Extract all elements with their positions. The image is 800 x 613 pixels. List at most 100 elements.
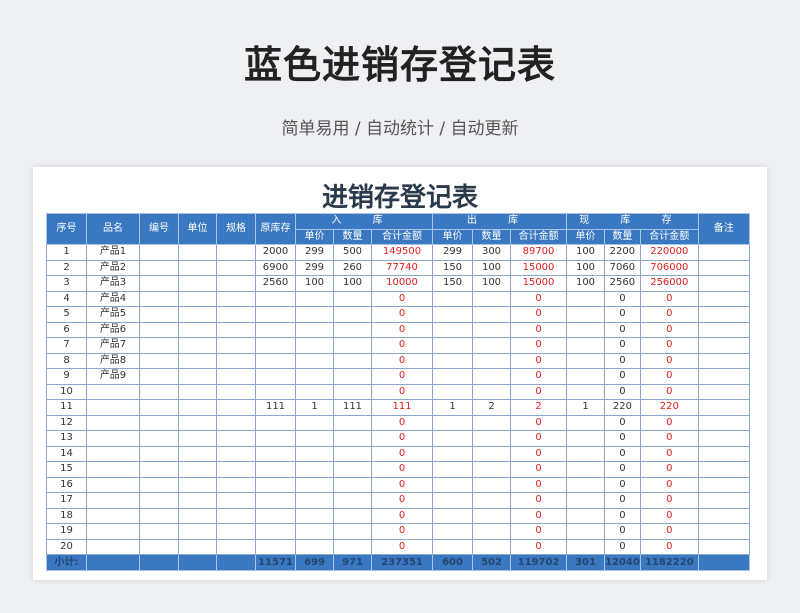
cell-orig-stock[interactable] [255, 507, 296, 524]
cell-out-qty[interactable] [472, 523, 511, 540]
cell-in-amount[interactable]: 111 [371, 399, 433, 416]
cell-out-price[interactable] [432, 290, 473, 307]
cell-in-price[interactable]: 100 [295, 275, 334, 292]
cell-in-amount[interactable]: 0 [371, 523, 433, 540]
cell-out-price[interactable] [432, 461, 473, 478]
cell-spec[interactable] [216, 352, 256, 369]
cell-orig-stock[interactable] [255, 414, 296, 431]
cell-orig-stock[interactable] [255, 430, 296, 447]
cell-in-price[interactable] [295, 538, 334, 555]
total-out-price[interactable]: 600 [432, 554, 473, 571]
cell-remark[interactable] [697, 306, 750, 323]
cell-in-qty[interactable] [333, 430, 372, 447]
cell-spec[interactable] [216, 414, 256, 431]
cell-in-price[interactable] [295, 337, 334, 354]
cell-seq[interactable]: 2 [46, 259, 87, 276]
total-in-qty[interactable]: 971 [333, 554, 372, 571]
cell-stock-amount[interactable]: 0 [639, 414, 699, 431]
cell-seq[interactable]: 6 [46, 321, 87, 338]
cell-stock-qty[interactable]: 0 [604, 414, 641, 431]
cell-remark[interactable] [697, 461, 750, 478]
cell-orig-stock[interactable] [255, 445, 296, 462]
cell-stock-price[interactable] [566, 492, 605, 509]
cell-spec[interactable] [216, 290, 256, 307]
cell-in-price[interactable]: 1 [295, 399, 334, 416]
cell-seq[interactable]: 8 [46, 352, 87, 369]
cell-stock-amount[interactable]: 0 [639, 321, 699, 338]
cell-out-qty[interactable] [472, 538, 511, 555]
cell-stock-qty[interactable]: 0 [604, 523, 641, 540]
cell-spec[interactable] [216, 244, 256, 261]
cell-in-qty[interactable] [333, 538, 372, 555]
total-out-amount[interactable]: 119702 [510, 554, 567, 571]
cell-in-amount[interactable]: 0 [371, 306, 433, 323]
cell-spec[interactable] [216, 399, 256, 416]
cell-code[interactable] [139, 275, 179, 292]
cell-stock-amount[interactable]: 0 [639, 337, 699, 354]
cell-code[interactable] [139, 492, 179, 509]
cell-seq[interactable]: 7 [46, 337, 87, 354]
cell-remark[interactable] [697, 259, 750, 276]
cell-spec[interactable] [216, 275, 256, 292]
cell-stock-qty[interactable]: 0 [604, 492, 641, 509]
cell-stock-price[interactable] [566, 337, 605, 354]
cell-out-amount[interactable]: 0 [510, 352, 567, 369]
cell-seq[interactable]: 20 [46, 538, 87, 555]
total-stock-qty[interactable]: 12040 [604, 554, 641, 571]
cell[interactable] [216, 554, 256, 571]
cell-seq[interactable]: 17 [46, 492, 87, 509]
cell-stock-qty[interactable]: 0 [604, 321, 641, 338]
cell-out-qty[interactable] [472, 430, 511, 447]
cell-remark[interactable] [697, 244, 750, 261]
cell-out-price[interactable] [432, 368, 473, 385]
cell-name[interactable] [86, 445, 140, 462]
cell-seq[interactable]: 15 [46, 461, 87, 478]
cell-name[interactable] [86, 492, 140, 509]
cell-spec[interactable] [216, 430, 256, 447]
cell-seq[interactable]: 14 [46, 445, 87, 462]
cell-out-price[interactable]: 299 [432, 244, 473, 261]
cell-name[interactable]: 产品5 [86, 306, 140, 323]
cell-orig-stock[interactable] [255, 492, 296, 509]
cell-stock-price[interactable] [566, 507, 605, 524]
cell-code[interactable] [139, 368, 179, 385]
cell-stock-price[interactable] [566, 352, 605, 369]
cell-stock-price[interactable]: 100 [566, 244, 605, 261]
cell-orig-stock[interactable] [255, 523, 296, 540]
cell-spec[interactable] [216, 461, 256, 478]
cell-name[interactable]: 产品4 [86, 290, 140, 307]
cell-out-qty[interactable] [472, 306, 511, 323]
cell-stock-price[interactable] [566, 476, 605, 493]
total-out-qty[interactable]: 502 [472, 554, 511, 571]
cell-in-qty[interactable]: 500 [333, 244, 372, 261]
cell-unit[interactable] [178, 523, 217, 540]
cell-code[interactable] [139, 337, 179, 354]
cell-out-price[interactable] [432, 383, 473, 400]
cell-unit[interactable] [178, 476, 217, 493]
cell-spec[interactable] [216, 538, 256, 555]
cell-in-qty[interactable]: 100 [333, 275, 372, 292]
cell-spec[interactable] [216, 523, 256, 540]
cell-unit[interactable] [178, 383, 217, 400]
cell-stock-qty[interactable]: 0 [604, 383, 641, 400]
cell-orig-stock[interactable]: 6900 [255, 259, 296, 276]
cell-seq[interactable]: 9 [46, 368, 87, 385]
cell-spec[interactable] [216, 321, 256, 338]
cell-stock-amount[interactable]: 0 [639, 538, 699, 555]
cell-stock-price[interactable] [566, 414, 605, 431]
cell-remark[interactable] [697, 275, 750, 292]
cell-out-price[interactable]: 150 [432, 259, 473, 276]
cell-out-price[interactable] [432, 430, 473, 447]
cell-orig-stock[interactable] [255, 538, 296, 555]
cell-in-amount[interactable]: 10000 [371, 275, 433, 292]
cell-in-qty[interactable] [333, 507, 372, 524]
cell-in-amount[interactable]: 0 [371, 492, 433, 509]
cell-in-qty[interactable] [333, 368, 372, 385]
cell-name[interactable] [86, 523, 140, 540]
cell-out-price[interactable] [432, 523, 473, 540]
cell-spec[interactable] [216, 368, 256, 385]
cell-name[interactable]: 产品6 [86, 321, 140, 338]
cell-orig-stock[interactable] [255, 461, 296, 478]
cell-name[interactable] [86, 399, 140, 416]
cell-seq[interactable]: 1 [46, 244, 87, 261]
